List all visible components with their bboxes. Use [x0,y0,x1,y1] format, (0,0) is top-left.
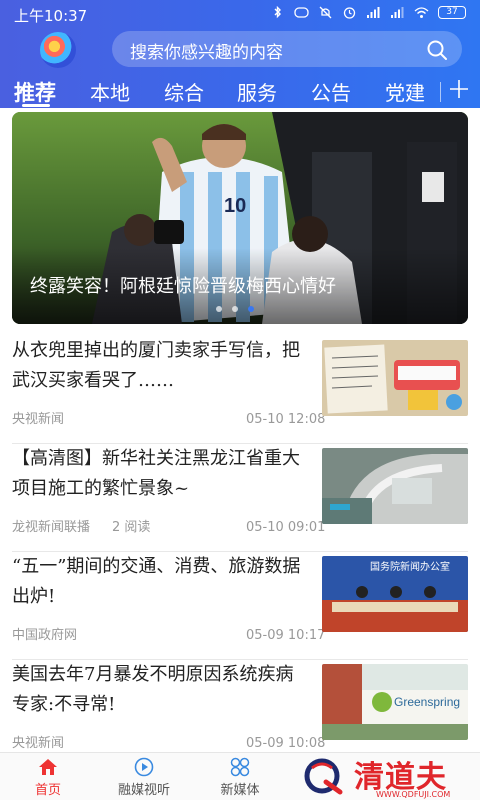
watermark: 清道夫 WWW.QDFUJI.COM [296,752,480,800]
search-placeholder: 搜索你感兴趣的内容 [130,43,283,63]
app-logo[interactable] [40,32,76,68]
news-time: 05-10 12:08 [246,412,326,427]
mute-icon [318,6,333,19]
news-time: 05-10 09:01 [246,520,326,535]
tab-notice[interactable]: 公告 [311,77,351,106]
play-circle-icon [133,757,155,777]
news-item[interactable]: “五一”期间的交通、消费、旅游数据出炉! 中国政府网 05-09 10:17 国… [12,552,468,660]
press-banner-text: 国务院新闻办公室 [370,560,450,573]
nav-media[interactable]: 融媒视听 [104,757,184,798]
news-title: 美国去年7月暴发不明原因系统疾病 专家:不寻常! [12,664,294,715]
wifi-icon [414,6,429,19]
news-source: 央视新闻 [12,736,65,751]
bluetooth-icon [270,6,285,19]
nav-new-media[interactable]: 新媒体 [200,757,280,798]
watermark-logo-icon [304,758,343,795]
news-item[interactable]: 【高清图】新华社关注黑龙江省重大项目施工的繁忙景象~ 龙视新闻联播 2 阅读 0… [12,444,468,552]
news-title: 【高清图】新华社关注黑龙江省重大项目施工的繁忙景象~ [12,448,300,499]
hd-icon [294,6,309,19]
news-source: 龙视新闻联播 [12,520,91,535]
svg-text:10: 10 [224,195,246,217]
greenspring-sign-text: Greenspring [394,695,460,709]
headline-banner[interactable]: 10 终露笑容！阿根廷惊险晋级梅西心情好 [12,112,468,324]
add-channel-icon[interactable] [448,78,470,100]
battery-icon: 37 [438,6,466,19]
alarm-icon [342,6,357,19]
tab-local[interactable]: 本地 [90,77,130,106]
home-icon [37,757,59,777]
carousel-dot-active[interactable] [248,306,254,312]
search-icon[interactable] [426,39,448,61]
nav-label: 融媒视听 [117,783,170,798]
carousel-dot[interactable] [216,306,222,312]
tab-recommend[interactable]: 推荐 [14,77,56,107]
news-read-count: 2 阅读 [112,520,151,535]
tab-divider [440,82,441,102]
news-source: 央视新闻 [12,412,65,427]
search-bar[interactable]: 搜索你感兴趣的内容 [112,31,462,67]
watermark-url: WWW.QDFUJI.COM [376,790,451,799]
nav-home[interactable]: 首页 [8,757,88,798]
status-icons: 37 [270,6,466,19]
tab-party[interactable]: 党建 [385,77,425,106]
signal-icon [366,6,381,19]
tab-general[interactable]: 综合 [164,77,204,106]
news-time: 05-09 10:08 [246,736,326,751]
app-header: 上午10:37 37 搜索你感兴趣的内容 推荐 本地 综合 服务 公告 党建 [0,0,480,108]
tab-service[interactable]: 服务 [237,77,277,106]
carousel-dots [216,306,254,312]
status-time: 上午10:37 [14,7,88,25]
news-thumbnail [322,340,468,416]
news-title: “五一”期间的交通、消费、旅游数据出炉! [12,556,301,607]
news-item[interactable]: 从衣兜里掉出的厦门卖家手写信，把武汉买家看哭了…… 央视新闻 05-10 12:… [12,336,468,444]
grid-icon [229,757,251,777]
active-tab-indicator [22,104,50,107]
news-title: 从衣兜里掉出的厦门卖家手写信，把武汉买家看哭了…… [12,340,300,391]
signal-icon-2 [390,6,405,19]
carousel-dot[interactable] [232,306,238,312]
nav-label: 新媒体 [220,783,260,798]
status-bar: 上午10:37 37 [0,0,480,28]
news-thumbnail: Greenspring [322,664,468,740]
banner-caption: 终露笑容！阿根廷惊险晋级梅西心情好 [30,276,336,297]
news-thumbnail [322,448,468,524]
news-thumbnail: 国务院新闻办公室 [322,556,468,632]
news-source: 中国政府网 [12,628,78,643]
nav-label: 首页 [34,783,61,798]
channel-tabs: 推荐 本地 综合 服务 公告 党建 [0,72,480,108]
news-time: 05-09 10:17 [246,628,326,643]
